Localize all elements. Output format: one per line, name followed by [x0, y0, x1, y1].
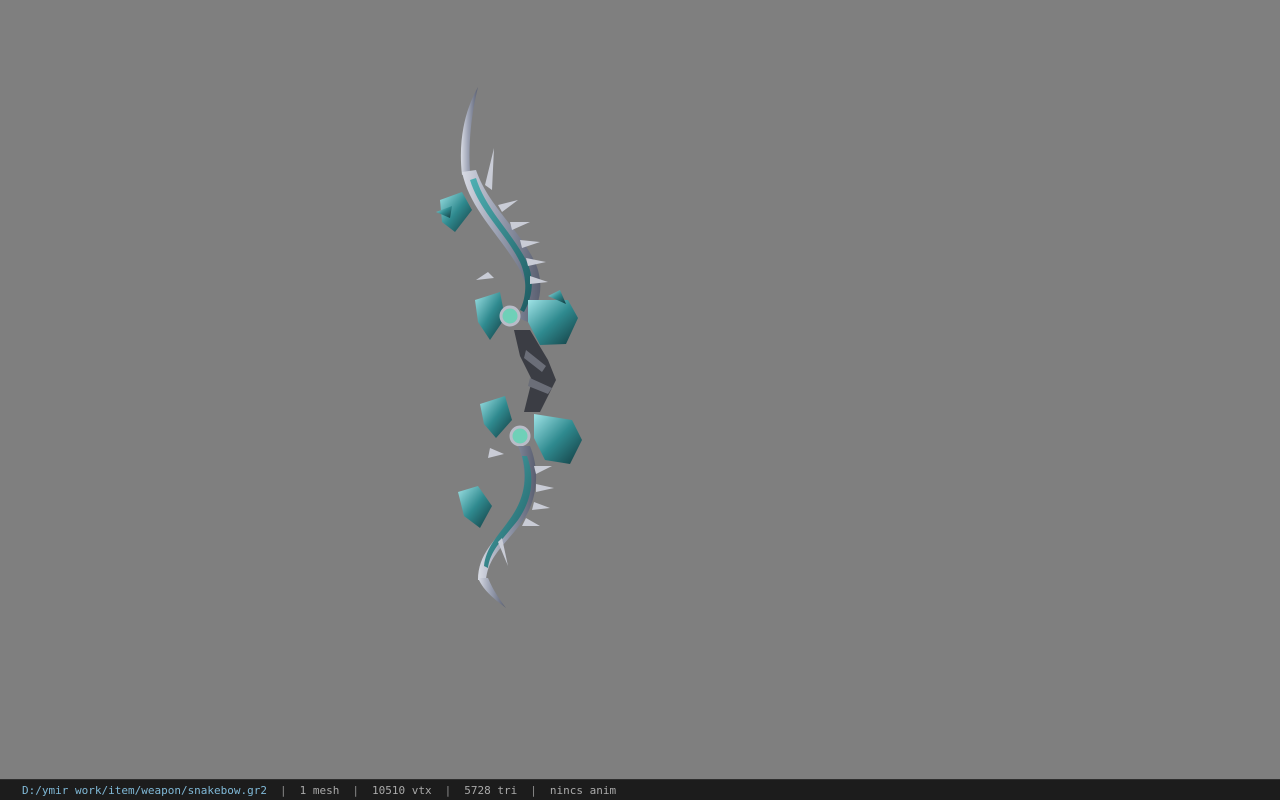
- status-separator: |: [280, 783, 287, 797]
- mesh-count: 1 mesh: [299, 783, 340, 797]
- snakebow-model: [436, 87, 582, 608]
- upper-blade-tip: [460, 87, 478, 175]
- upper-side-crystals: [436, 192, 472, 232]
- model-file-path: D:/ymir work/item/weapon/snakebow.gr2: [22, 783, 268, 797]
- status-separator: |: [352, 783, 360, 797]
- animation-status: nincs anim: [549, 783, 617, 797]
- 3d-viewport[interactable]: [0, 0, 1280, 779]
- triangle-count: 5728 tri: [464, 783, 518, 797]
- lower-gem: [509, 425, 531, 447]
- upper-gem: [499, 305, 521, 327]
- status-separator: |: [530, 783, 537, 797]
- vertex-count: 10510 vtx: [372, 783, 432, 797]
- status-bar: D:/ymir work/item/weapon/snakebow.gr2 | …: [0, 779, 1280, 800]
- status-separator: |: [444, 783, 452, 797]
- lower-blade-tip: [478, 578, 506, 608]
- lower-side-crystals: [458, 486, 492, 528]
